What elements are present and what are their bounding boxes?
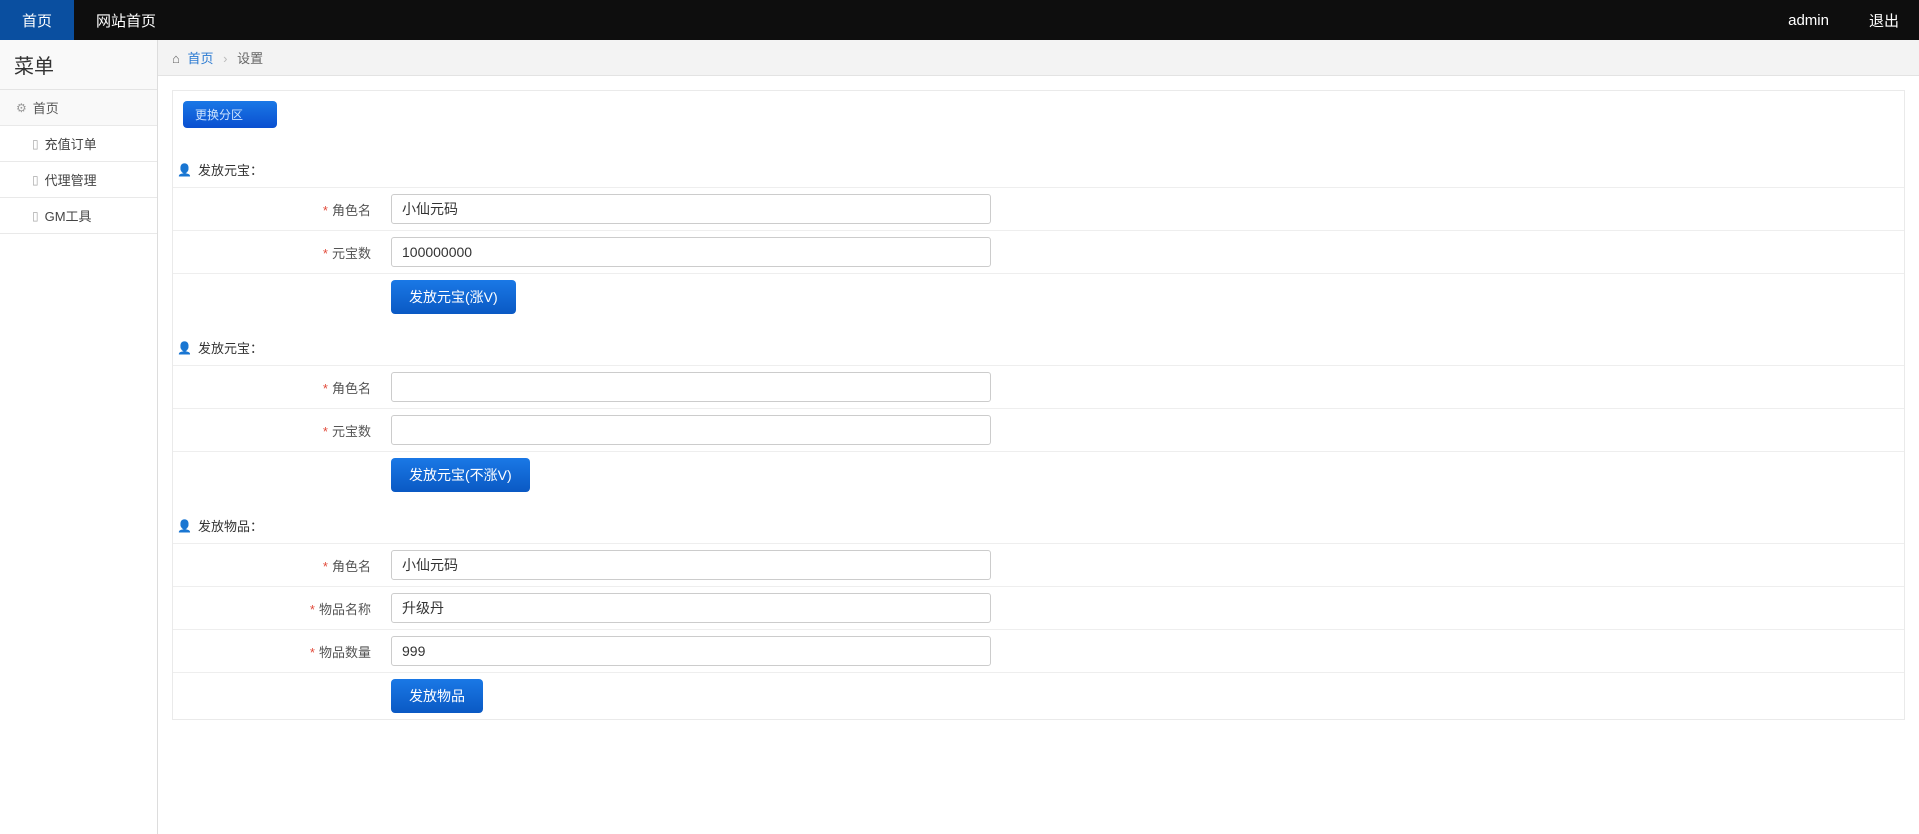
field-cell: 发放元宝(不涨V) — [383, 452, 1904, 499]
field-cell — [383, 630, 1904, 673]
sidebar-item-agent[interactable]: ▯ 代理管理 — [0, 162, 157, 198]
role-input[interactable] — [391, 194, 991, 224]
required-mark: * — [323, 381, 328, 396]
field-cell: 发放物品 — [383, 673, 1904, 720]
required-mark: * — [310, 645, 315, 660]
field-cell: 发放元宝(涨V) — [383, 274, 1904, 321]
field-cell — [383, 366, 1904, 409]
nav-right: admin 退出 — [1768, 0, 1919, 40]
label-cell — [173, 274, 383, 321]
sidebar-remainder — [0, 234, 157, 834]
nav-spacer — [178, 0, 1768, 40]
user-icon: 👤 — [177, 341, 192, 355]
breadcrumb-home-link[interactable]: 首页 — [187, 51, 213, 66]
role-label: 角色名 — [332, 381, 371, 396]
item-name-input[interactable] — [391, 593, 991, 623]
role-input[interactable] — [391, 372, 991, 402]
send-yuanbao-v-button[interactable]: 发放元宝(涨V) — [391, 280, 516, 314]
sidebar-item-recharge[interactable]: ▯ 充值订单 — [0, 126, 157, 162]
field-cell — [383, 587, 1904, 630]
amount-label: 元宝数 — [332, 246, 371, 261]
nav-logout-label: 退出 — [1869, 10, 1899, 31]
item-name-label: 物品名称 — [319, 602, 371, 617]
home-icon: ⌂ — [172, 51, 180, 66]
sidebar-item-label: GM工具 — [45, 206, 92, 225]
amount-input[interactable] — [391, 415, 991, 445]
send-item-button[interactable]: 发放物品 — [391, 679, 483, 713]
role-input[interactable] — [391, 550, 991, 580]
role-label: 角色名 — [332, 559, 371, 574]
field-cell — [383, 544, 1904, 587]
label-cell — [173, 452, 383, 499]
document-icon: ▯ — [32, 173, 39, 187]
section-title-text: 发放元宝： — [198, 338, 263, 357]
switch-zone-button[interactable]: 更换分区 — [183, 101, 277, 128]
nav-logout[interactable]: 退出 — [1849, 0, 1919, 40]
form-table: * 角色名 * 元宝数 — [173, 365, 1904, 498]
nav-home-tab[interactable]: 首页 — [0, 0, 74, 40]
label-cell: * 角色名 — [173, 544, 383, 587]
sidebar-group-home-label: 首页 — [33, 98, 59, 117]
user-icon: 👤 — [177, 519, 192, 533]
section-title-text: 发放元宝： — [198, 160, 263, 179]
breadcrumb-sep: › — [223, 51, 227, 66]
nav-home-label: 首页 — [22, 10, 52, 31]
sidebar-group-home[interactable]: ⚙ 首页 — [0, 90, 157, 126]
section-yuanbao-v: 👤 发放元宝： * 角色名 * 元宝数 — [173, 160, 1904, 320]
nav-site-home[interactable]: 网站首页 — [74, 0, 178, 40]
label-cell: * 元宝数 — [173, 409, 383, 452]
label-cell: * 元宝数 — [173, 231, 383, 274]
label-cell: * 物品名称 — [173, 587, 383, 630]
section-title: 👤 发放物品： — [177, 516, 1904, 535]
content: ⌂ 首页 › 设置 更换分区 👤 发放元宝： * 角色名 — [158, 40, 1919, 834]
nav-user-label: admin — [1788, 12, 1829, 29]
breadcrumb: ⌂ 首页 › 设置 — [158, 40, 1919, 76]
label-cell: * 物品数量 — [173, 630, 383, 673]
label-cell: * 角色名 — [173, 366, 383, 409]
required-mark: * — [323, 424, 328, 439]
required-mark: * — [310, 602, 315, 617]
section-title-text: 发放物品： — [198, 516, 263, 535]
item-qty-input[interactable] — [391, 636, 991, 666]
sidebar-title: 菜单 — [0, 40, 157, 90]
document-icon: ▯ — [32, 137, 39, 151]
required-mark: * — [323, 203, 328, 218]
sidebar-item-label: 充值订单 — [45, 134, 97, 153]
amount-input[interactable] — [391, 237, 991, 267]
user-icon: 👤 — [177, 163, 192, 177]
nav-left: 首页 网站首页 — [0, 0, 178, 40]
role-label: 角色名 — [332, 203, 371, 218]
required-mark: * — [323, 246, 328, 261]
field-cell — [383, 409, 1904, 452]
nav-user[interactable]: admin — [1768, 0, 1849, 40]
sidebar-item-label: 代理管理 — [45, 170, 97, 189]
send-yuanbao-nv-button[interactable]: 发放元宝(不涨V) — [391, 458, 530, 492]
section-yuanbao-nv: 👤 发放元宝： * 角色名 * 元宝数 — [173, 338, 1904, 498]
required-mark: * — [323, 559, 328, 574]
section-title: 👤 发放元宝： — [177, 160, 1904, 179]
top-nav: 首页 网站首页 admin 退出 — [0, 0, 1919, 40]
document-icon: ▯ — [32, 209, 39, 223]
form-table: * 角色名 * 物品名称 — [173, 543, 1904, 719]
label-cell: * 角色名 — [173, 188, 383, 231]
gear-icon: ⚙ — [16, 101, 27, 115]
label-cell — [173, 673, 383, 720]
form-table: * 角色名 * 元宝数 — [173, 187, 1904, 320]
main-panel: 更换分区 👤 发放元宝： * 角色名 — [172, 90, 1905, 720]
main-wrapper: 菜单 ⚙ 首页 ▯ 充值订单 ▯ 代理管理 ▯ GM工具 ⌂ 首页 › 设置 更… — [0, 40, 1919, 834]
nav-site-home-label: 网站首页 — [96, 10, 156, 31]
section-item: 👤 发放物品： * 角色名 * 物品名称 — [173, 516, 1904, 719]
sidebar-item-gm[interactable]: ▯ GM工具 — [0, 198, 157, 234]
breadcrumb-current: 设置 — [237, 51, 263, 66]
section-title: 👤 发放元宝： — [177, 338, 1904, 357]
item-qty-label: 物品数量 — [319, 645, 371, 660]
field-cell — [383, 188, 1904, 231]
field-cell — [383, 231, 1904, 274]
amount-label: 元宝数 — [332, 424, 371, 439]
sidebar: 菜单 ⚙ 首页 ▯ 充值订单 ▯ 代理管理 ▯ GM工具 — [0, 40, 158, 834]
